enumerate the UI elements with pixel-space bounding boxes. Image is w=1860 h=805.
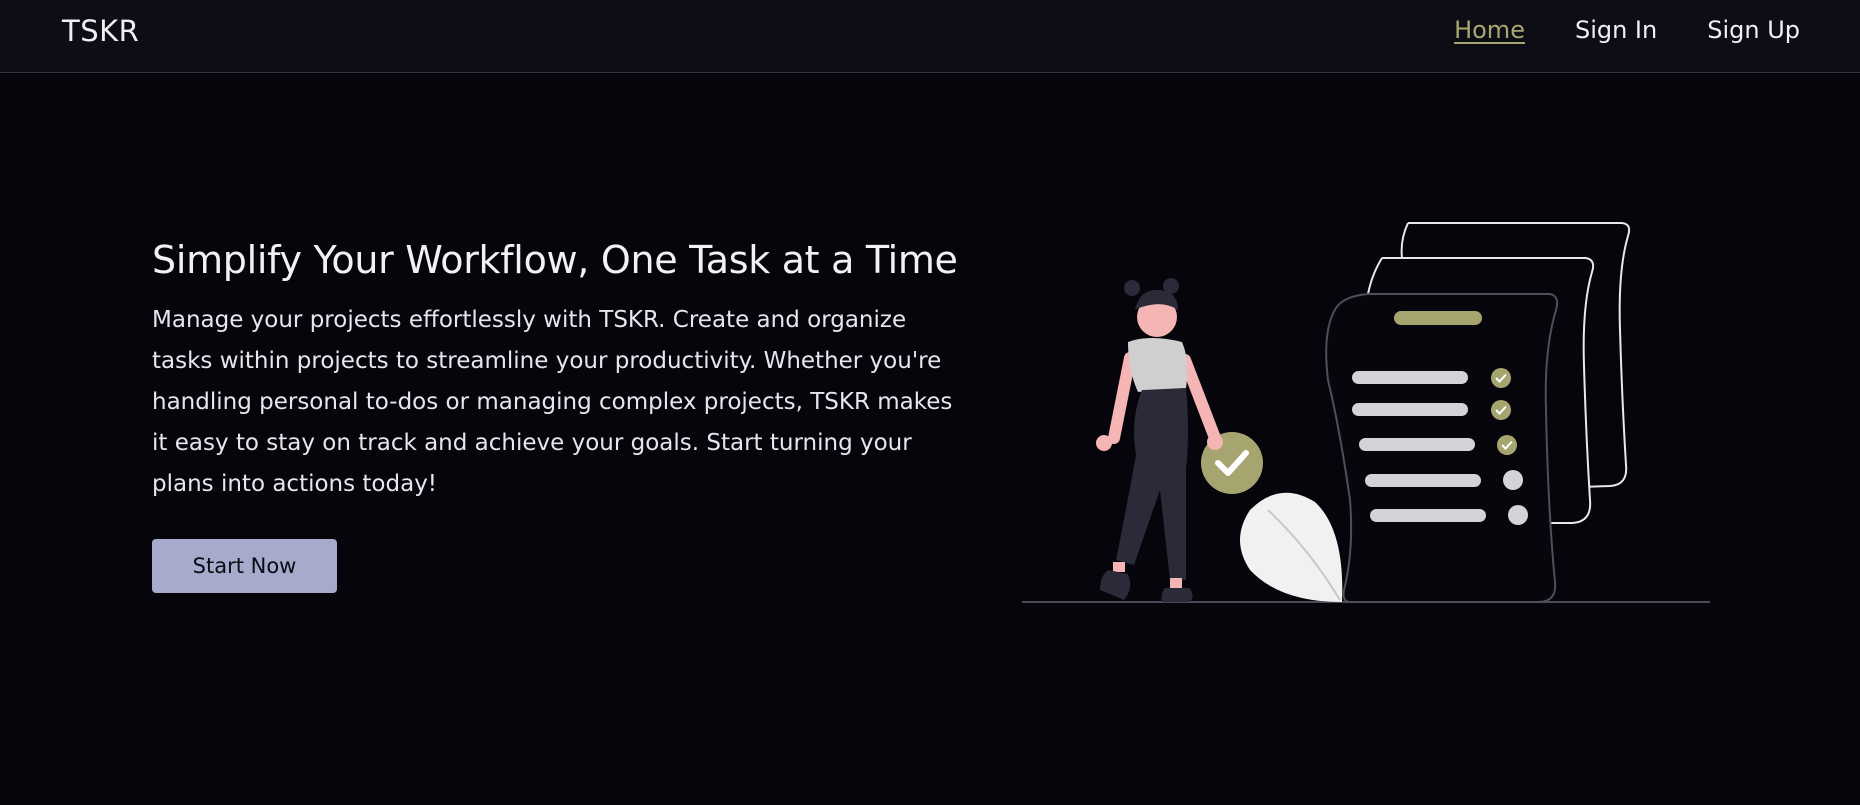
hero-description: Manage your projects effortlessly with T… [152,307,953,497]
brand-logo[interactable]: TSKR [62,14,139,48]
nav-link-home[interactable]: Home [1454,16,1525,44]
nav-link-sign-in[interactable]: Sign In [1575,16,1657,44]
nav-link-sign-up[interactable]: Sign Up [1707,16,1800,44]
check-circle-icon [1491,400,1511,420]
hero-title: Simplify Your Workflow, One Task at a Ti… [152,238,958,282]
check-circle-icon [1491,368,1511,388]
hero-section: Simplify Your Workflow, One Task at a Ti… [152,238,972,505]
empty-circle-icon [1503,470,1523,490]
empty-circle-icon [1508,505,1528,525]
nav-links: Home Sign In Sign Up [1454,16,1800,44]
start-now-button[interactable]: Start Now [152,539,337,593]
navbar: TSKR Home Sign In Sign Up [0,0,1860,73]
leaf-icon [1240,492,1343,602]
task-checklist-illustration [1022,222,1710,603]
woman-figure-icon [1096,278,1223,602]
check-circle-icon [1497,435,1517,455]
